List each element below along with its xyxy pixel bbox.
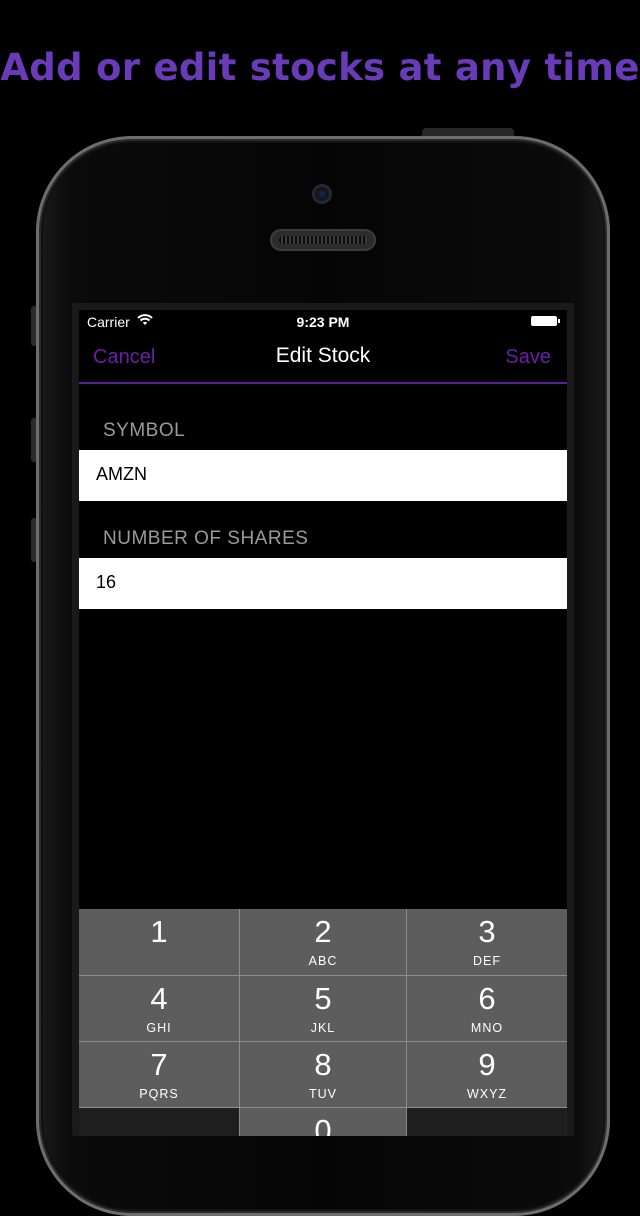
status-bar: Carrier 9:23 PM xyxy=(79,310,567,334)
phone-screen: Carrier 9:23 PM Cancel Edit Stock Save S… xyxy=(79,310,567,1136)
key-2[interactable]: 2 ABC xyxy=(240,909,406,975)
navigation-bar: Cancel Edit Stock Save xyxy=(79,334,567,384)
key-9[interactable]: 9 WXYZ xyxy=(407,1042,567,1107)
front-camera xyxy=(312,184,332,204)
status-time: 9:23 PM xyxy=(296,314,350,330)
shares-label: NUMBER OF SHARES xyxy=(103,528,309,549)
key-7[interactable]: 7 PQRS xyxy=(79,1042,239,1107)
symbol-input[interactable]: AMZN xyxy=(79,450,567,501)
save-button[interactable]: Save xyxy=(505,346,551,369)
key-6[interactable]: 6 MNO xyxy=(407,976,567,1041)
key-delete[interactable] xyxy=(407,1108,567,1136)
battery-icon xyxy=(531,316,560,326)
symbol-label: SYMBOL xyxy=(103,420,186,441)
nav-title: Edit Stock xyxy=(275,344,371,367)
key-4[interactable]: 4 GHI xyxy=(79,976,239,1041)
shares-input[interactable]: 16 xyxy=(79,558,567,609)
key-blank xyxy=(79,1108,239,1136)
key-8[interactable]: 8 TUV xyxy=(240,1042,406,1107)
key-3[interactable]: 3 DEF xyxy=(407,909,567,975)
number-keypad: 1 2 ABC 3 DEF 4 GHI 5 JKL 6 MNO 7 PQRS 8 xyxy=(79,909,567,1136)
earpiece-speaker xyxy=(270,229,376,251)
key-5[interactable]: 5 JKL xyxy=(240,976,406,1041)
promo-headline: Add or edit stocks at any time xyxy=(0,46,640,89)
key-0[interactable]: 0 xyxy=(240,1108,406,1136)
key-1[interactable]: 1 xyxy=(79,909,239,975)
